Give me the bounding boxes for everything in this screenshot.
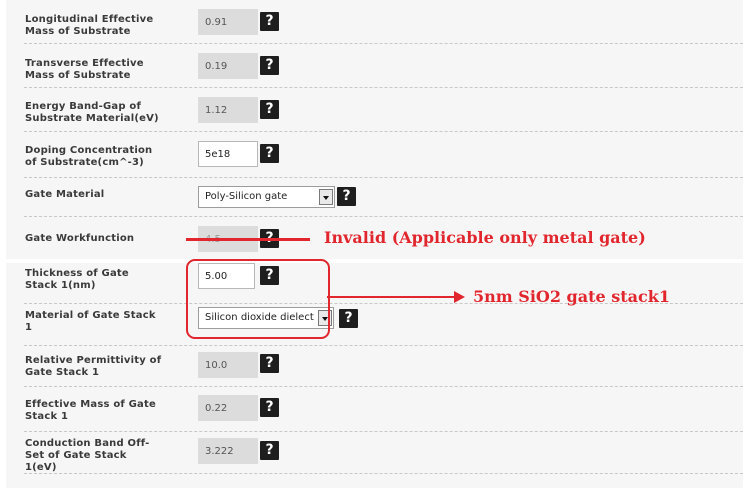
annotation-arrow-line bbox=[327, 296, 455, 298]
param-row-gate-stack-material: Material of Gate Stack 1 Silicon dioxide… bbox=[6, 304, 743, 346]
help-question-icon[interactable]: ? bbox=[260, 12, 279, 31]
help-question-icon[interactable]: ? bbox=[260, 56, 279, 75]
param-row-effective-mass-gate: Effective Mass of Gate Stack 1 0.22 ? bbox=[6, 387, 743, 432]
param-label: Thickness of Gate Stack 1(nm) bbox=[25, 268, 129, 291]
selected-value: Poly-Silicon gate bbox=[205, 191, 288, 202]
chevron-down-icon[interactable] bbox=[319, 189, 333, 205]
param-label: Effective Mass of Gate Stack 1 bbox=[25, 399, 156, 422]
doping-concentration-input[interactable]: 5e18 bbox=[198, 141, 258, 167]
help-question-icon[interactable]: ? bbox=[260, 100, 279, 119]
gate-stack-annotation: 5nm SiO2 gate stack1 bbox=[473, 287, 670, 306]
param-row-conduction-band-offset: Conduction Band Off- Set of Gate Stack 1… bbox=[6, 432, 743, 474]
param-label: Conduction Band Off- Set of Gate Stack 1… bbox=[25, 438, 150, 473]
highlight-box bbox=[186, 259, 330, 339]
param-row-transverse-mass: Transverse Effective Mass of Substrate 0… bbox=[6, 44, 743, 88]
relative-permittivity-field: 10.0 bbox=[198, 352, 258, 378]
help-question-icon[interactable]: ? bbox=[260, 354, 279, 373]
param-label: Material of Gate Stack 1 bbox=[25, 310, 156, 333]
param-label: Gate Material bbox=[25, 189, 105, 200]
help-question-icon[interactable]: ? bbox=[260, 441, 279, 460]
param-label: Doping Concentration of Substrate(cm^-3) bbox=[25, 145, 153, 168]
help-question-icon[interactable]: ? bbox=[339, 309, 358, 328]
effective-mass-gate-field: 0.22 bbox=[198, 395, 258, 421]
help-question-icon[interactable]: ? bbox=[260, 398, 279, 417]
param-row-doping: Doping Concentration of Substrate(cm^-3)… bbox=[6, 132, 743, 178]
conduction-band-offset-field: 3.222 bbox=[198, 438, 258, 464]
transverse-mass-field: 0.19 bbox=[198, 53, 258, 79]
strikethrough-mark bbox=[186, 238, 310, 241]
param-label: Transverse Effective Mass of Substrate bbox=[25, 58, 144, 81]
param-label: Relative Permittivity of Gate Stack 1 bbox=[25, 355, 162, 378]
param-label: Gate Workfunction bbox=[25, 233, 135, 244]
param-label: Energy Band-Gap of Substrate Material(eV… bbox=[25, 101, 159, 124]
band-gap-field: 1.12 bbox=[198, 97, 258, 123]
help-question-icon[interactable]: ? bbox=[337, 187, 356, 206]
param-label: Longitudinal Effective Mass of Substrate bbox=[25, 14, 154, 37]
invalid-annotation: Invalid (Applicable only metal gate) bbox=[324, 228, 646, 247]
row-divider bbox=[24, 473, 743, 474]
param-row-longitudinal-mass: Longitudinal Effective Mass of Substrate… bbox=[6, 0, 743, 44]
longitudinal-mass-field: 0.91 bbox=[198, 9, 258, 35]
param-row-gate-material: Gate Material Poly-Silicon gate ? bbox=[6, 178, 743, 217]
param-row-band-gap: Energy Band-Gap of Substrate Material(eV… bbox=[6, 88, 743, 132]
param-row-relative-permittivity: Relative Permittivity of Gate Stack 1 10… bbox=[6, 346, 743, 387]
arrow-head-icon bbox=[454, 291, 465, 303]
gate-material-select[interactable]: Poly-Silicon gate bbox=[198, 186, 335, 208]
help-question-icon[interactable]: ? bbox=[260, 144, 279, 163]
